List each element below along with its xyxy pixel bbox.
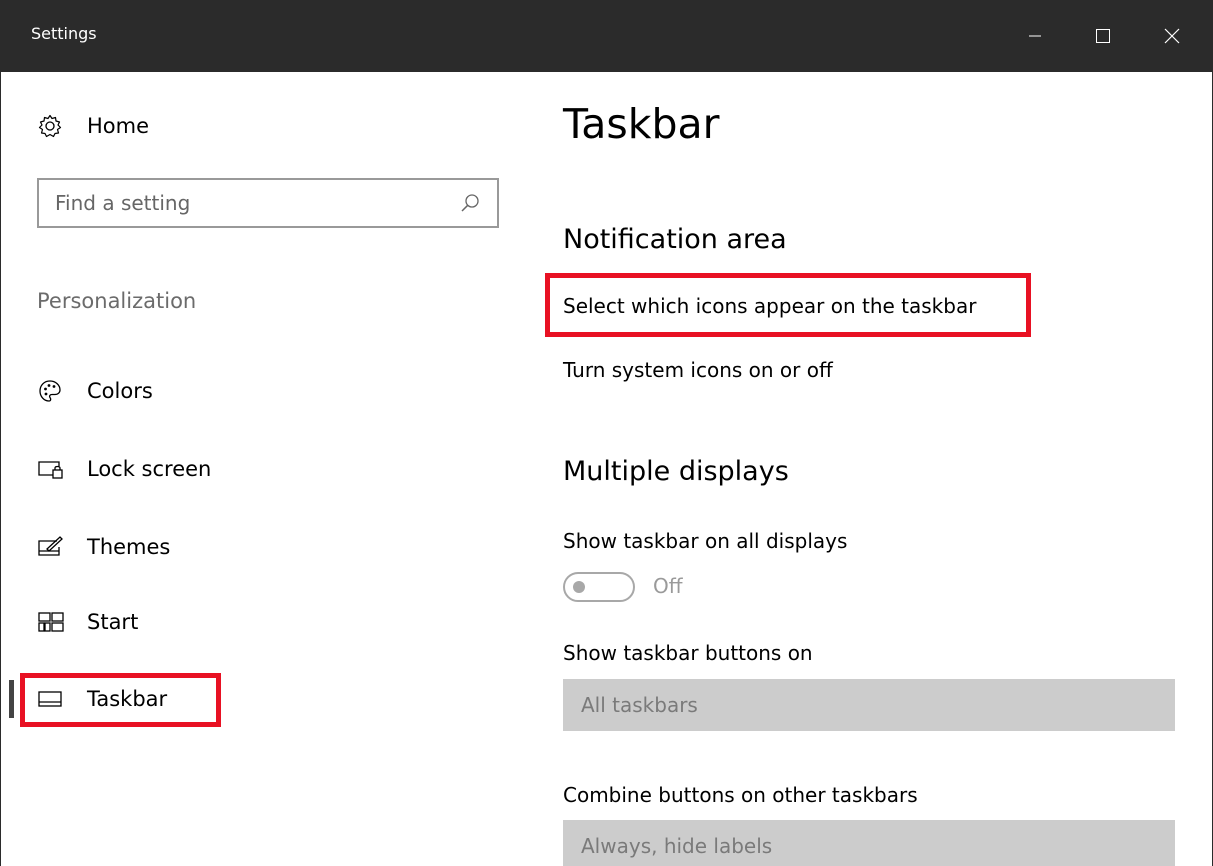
search-box[interactable]	[37, 178, 499, 228]
close-icon	[1164, 28, 1180, 44]
maximize-icon	[1096, 29, 1110, 43]
highlight-box-taskbar	[20, 673, 221, 727]
home-nav-item[interactable]: Home	[37, 106, 149, 146]
window-title: Settings	[31, 24, 97, 43]
settings-window: Settings Home Find a setting Personaliza…	[0, 0, 1213, 866]
show-buttons-dropdown[interactable]: All taskbars	[563, 679, 1175, 731]
close-button[interactable]	[1141, 0, 1203, 72]
show-buttons-value: All taskbars	[581, 693, 698, 717]
title-bar[interactable]: Settings	[1, 0, 1213, 72]
sidebar-item-label: Colors	[87, 379, 153, 403]
toggle-knob	[573, 581, 585, 593]
sidebar-item-themes[interactable]: Themes	[37, 527, 170, 567]
themes-icon	[37, 535, 69, 559]
selected-indicator	[9, 680, 14, 718]
sidebar-item-label: Themes	[87, 535, 171, 559]
start-icon	[37, 610, 69, 634]
notification-area-heading: Notification area	[563, 224, 787, 255]
sidebar-item-label: Lock screen	[87, 457, 212, 481]
show-all-displays-label: Show taskbar on all displays	[563, 529, 848, 553]
lock-screen-icon	[37, 457, 69, 481]
minimize-icon	[1029, 35, 1041, 37]
search-input[interactable]	[55, 190, 445, 216]
system-icons-link[interactable]: Turn system icons on or off	[563, 358, 833, 382]
sidebar-item-colors[interactable]: Colors	[37, 371, 153, 411]
sidebar-item-start[interactable]: Start	[37, 602, 138, 642]
combine-buttons-dropdown[interactable]: Always, hide labels	[563, 820, 1175, 866]
show-buttons-label: Show taskbar buttons on	[563, 641, 813, 665]
highlight-box-select-icons	[545, 273, 1031, 337]
page-title: Taskbar	[563, 100, 720, 148]
section-heading-personalization: Personalization	[37, 289, 197, 313]
maximize-button[interactable]	[1072, 0, 1134, 72]
combine-buttons-value: Always, hide labels	[581, 834, 773, 858]
palette-icon	[37, 379, 69, 403]
sidebar-item-label: Start	[87, 610, 139, 634]
sidebar-item-lock-screen[interactable]: Lock screen	[37, 449, 211, 489]
minimize-button[interactable]	[1004, 0, 1066, 72]
multiple-displays-heading: Multiple displays	[563, 456, 789, 487]
combine-buttons-label: Combine buttons on other taskbars	[563, 783, 918, 807]
search-icon[interactable]	[459, 192, 481, 218]
show-all-displays-toggle[interactable]	[563, 572, 635, 602]
gear-icon	[37, 114, 69, 138]
toggle-state-label: Off	[653, 574, 683, 598]
home-label: Home	[87, 114, 150, 138]
